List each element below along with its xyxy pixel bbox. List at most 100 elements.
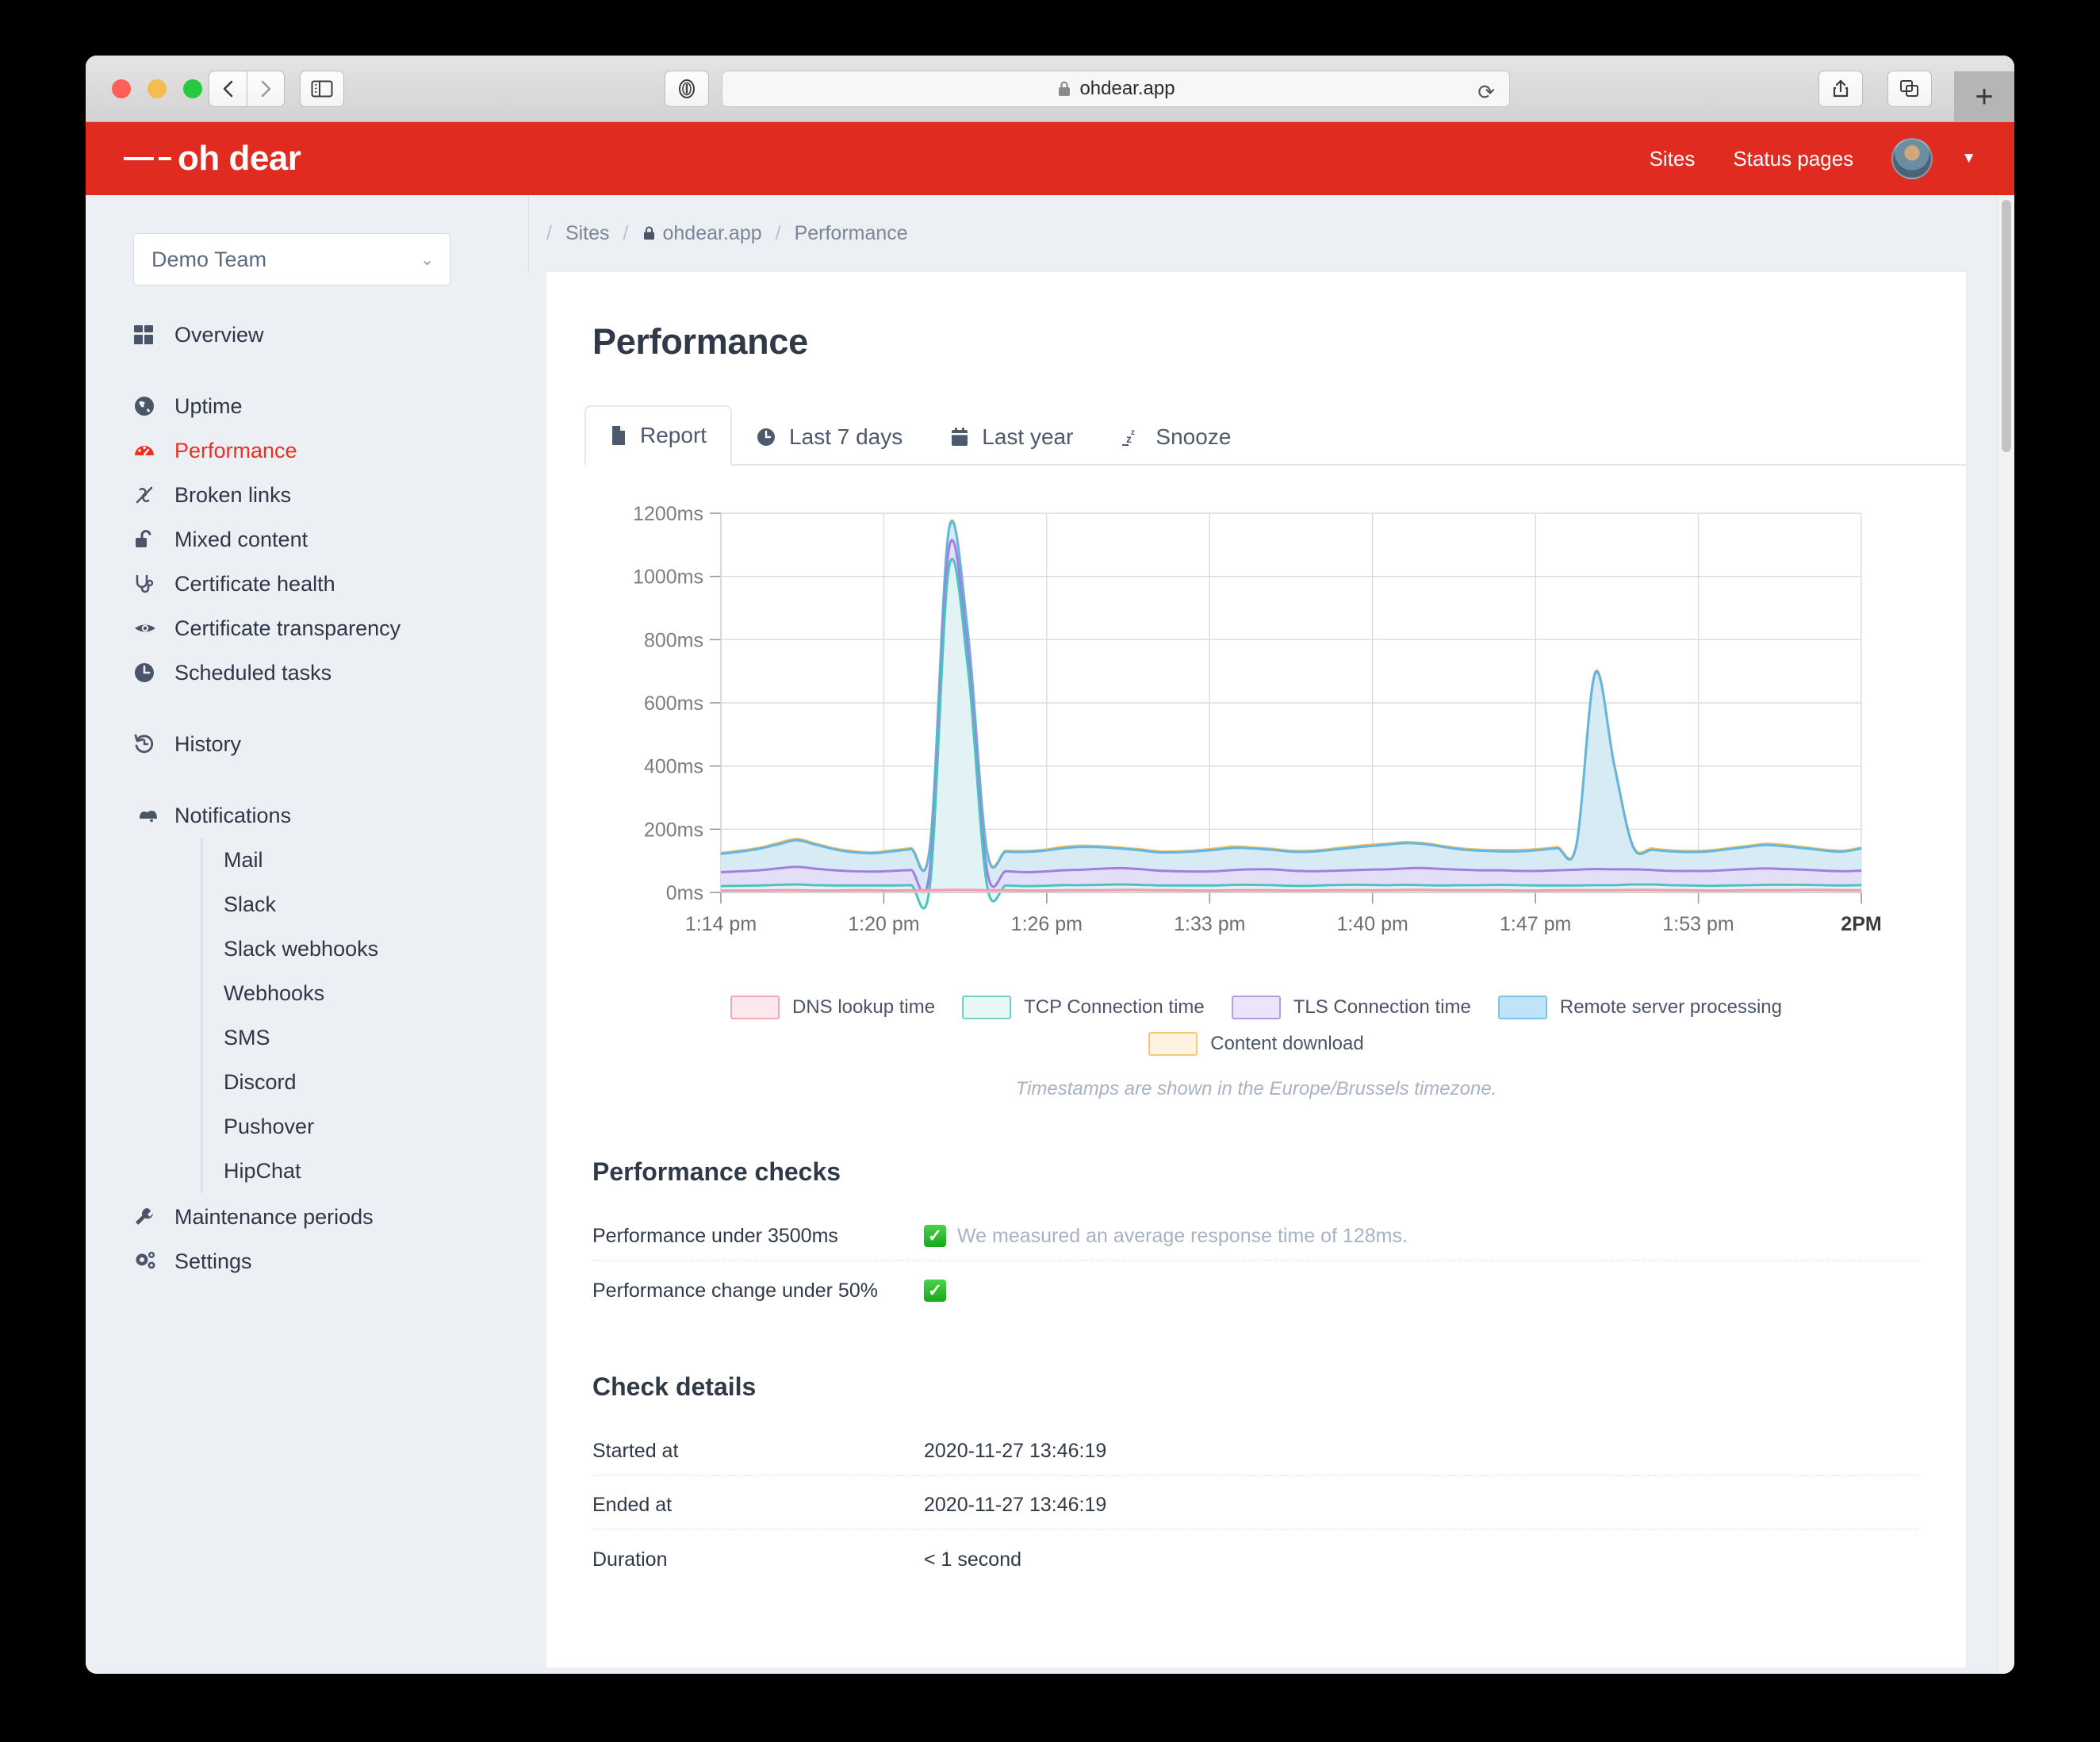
breadcrumb-lead: / [546,221,552,244]
sidebar-item-label: Maintenance periods [174,1204,374,1229]
sidebar-item-mixed-content[interactable]: Mixed content [86,517,528,562]
clock-icon [756,427,776,447]
browser-window: ohdear.app ⟳ + oh dear Sites Status page… [86,56,2014,1674]
tab-label: Last year [982,424,1074,449]
tab-last-7-days[interactable]: Last 7 days [732,409,926,466]
sidebar-item-history[interactable]: History [86,722,528,766]
nav-status-pages[interactable]: Status pages [1733,147,1853,171]
new-tab-button[interactable]: + [1954,71,2014,122]
check-name: Performance under 3500ms [592,1224,838,1247]
legend-item-tls[interactable]: TLS Connection time [1231,996,1471,1019]
breadcrumb-separator: / [775,221,781,244]
sidebar-item-settings[interactable]: Settings [86,1239,528,1283]
close-window-button[interactable] [112,79,131,98]
sidebar-item-performance[interactable]: Performance [86,428,528,473]
sidebar-item-uptime[interactable]: Uptime [86,384,528,428]
performance-chart[interactable]: 0ms 200ms 400ms 600ms 800ms 1000ms 1200ms 1:14 … [594,505,1918,981]
lock-icon [1059,81,1071,96]
table-row: Duration < 1 second [592,1530,1918,1584]
performance-checks-section: Performance checks Performance under 350… [546,1157,1966,1315]
breadcrumb-site[interactable]: ohdear.app [642,222,762,245]
sidebar-subitem-pushover[interactable]: Pushover [203,1104,528,1149]
sidebar-item-label: Performance [174,438,297,462]
sidebar-item-label: Broken links [174,482,292,507]
minimize-window-button[interactable] [148,79,167,98]
detail-key: Started at [592,1439,679,1462]
tab-last-year[interactable]: Last year [926,409,1097,466]
tab-report[interactable]: Report [584,405,733,466]
header-nav: Sites Status pages ▼ [1650,122,1976,195]
svg-text:1:20 pm: 1:20 pm [848,913,919,935]
main-content: / Sites / ohdear.app / Performance Perfo… [528,195,2014,1674]
share-button[interactable] [1818,71,1863,107]
chart-legend: DNS lookup time TCP Connection time TLS … [594,996,1918,1056]
sidebar-group-checks: Uptime Performance Broken links Mixed co… [86,384,528,695]
detail-value: 2020-11-27 13:46:19 [924,1493,1107,1516]
sidebar-subitem-mail[interactable]: Mail [203,838,528,882]
tab-snooze[interactable]: zz Snooze [1097,409,1255,466]
check-name: Performance change under 50% [592,1279,878,1302]
sidebar-item-scheduled-tasks[interactable]: Scheduled tasks [86,650,528,695]
tab-overview-button[interactable] [1887,71,1932,107]
svg-text:1:26 pm: 1:26 pm [1011,913,1083,935]
detail-key: Duration [592,1548,668,1571]
history-icon [133,733,174,755]
svg-text:1200ms: 1200ms [633,505,703,525]
nav-sites[interactable]: Sites [1650,147,1696,171]
chevron-down-icon[interactable]: ▼ [1961,150,1976,167]
breadcrumb-site-label: ohdear.app [662,221,762,244]
svg-text:600ms: 600ms [644,693,703,715]
legend-item-tcp[interactable]: TCP Connection time [962,996,1205,1019]
address-bar[interactable]: ohdear.app ⟳ [722,71,1510,107]
breadcrumb: / Sites / ohdear.app / Performance [528,195,2014,271]
sidebar-item-label: Notifications [174,803,292,827]
sidebar-item-label: Overview [174,322,264,347]
wrench-icon [133,1206,174,1228]
legend-item-content-download[interactable]: Content download [1148,1032,1364,1056]
sidebar-item-broken-links[interactable]: Broken links [86,473,528,517]
sidebar-item-maintenance-periods[interactable]: Maintenance periods [86,1195,528,1239]
sidebar-subitem-slack[interactable]: Slack [203,882,528,927]
team-selector[interactable]: Demo Team ⌄ [133,233,450,286]
sidebar-subitem-hipchat[interactable]: HipChat [203,1149,528,1193]
table-row: Started at 2020-11-27 13:46:19 [592,1422,1918,1476]
sidebar-subitem-sms[interactable]: SMS [203,1015,528,1060]
globe-icon [133,395,174,417]
sidebar-item-certificate-health[interactable]: Certificate health [86,562,528,606]
sidebar-subitem-discord[interactable]: Discord [203,1060,528,1104]
maximize-window-button[interactable] [183,79,202,98]
chevron-right-icon [261,80,271,98]
reader-mode-button[interactable] [665,71,709,107]
performance-chart-svg: 0ms 200ms 400ms 600ms 800ms 1000ms 1200ms 1:14 … [633,505,1882,935]
sidebar-item-certificate-transparency[interactable]: Certificate transparency [86,606,528,650]
sidebar-subitem-slack-webhooks[interactable]: Slack webhooks [203,927,528,971]
breadcrumb-performance: Performance [794,221,908,244]
reload-button[interactable]: ⟳ [1477,80,1495,105]
sidebar-toggle-button[interactable] [300,71,344,107]
sidebar-item-overview[interactable]: Overview [86,313,528,357]
oh-dear-logo[interactable]: oh dear [124,139,301,178]
scrollbar[interactable] [1997,195,2014,1674]
snooze-icon: zz [1121,427,1143,447]
svg-text:2PM: 2PM [1841,913,1881,935]
legend-item-remote[interactable]: Remote server processing [1497,996,1782,1019]
check-details-title: Check details [592,1372,757,1401]
check-pass-icon: ✓ [924,1280,946,1302]
scrollbar-thumb[interactable] [2002,200,2011,452]
back-button[interactable] [209,71,247,107]
sidebar-subitem-webhooks[interactable]: Webhooks [203,971,528,1015]
avatar[interactable] [1891,138,1933,179]
sidebar: Demo Team ⌄ Overview Uptime Performance … [86,195,528,1674]
sidebar-item-notifications[interactable]: Notifications [86,793,528,838]
detail-value: < 1 second [924,1548,1022,1571]
forward-button[interactable] [247,71,285,107]
breadcrumb-sites[interactable]: Sites [565,222,610,245]
table-row: Ended at 2020-11-27 13:46:19 [592,1476,1918,1530]
legend-item-dns[interactable]: DNS lookup time [730,996,935,1019]
sidebar-icon [311,80,333,98]
legend-label: TLS Connection time [1293,996,1471,1018]
stethoscope-icon [133,573,174,595]
tab-overview-icon [1900,80,1918,97]
sidebar-group-main: Overview [86,313,528,357]
url-text: ohdear.app [1079,78,1175,99]
